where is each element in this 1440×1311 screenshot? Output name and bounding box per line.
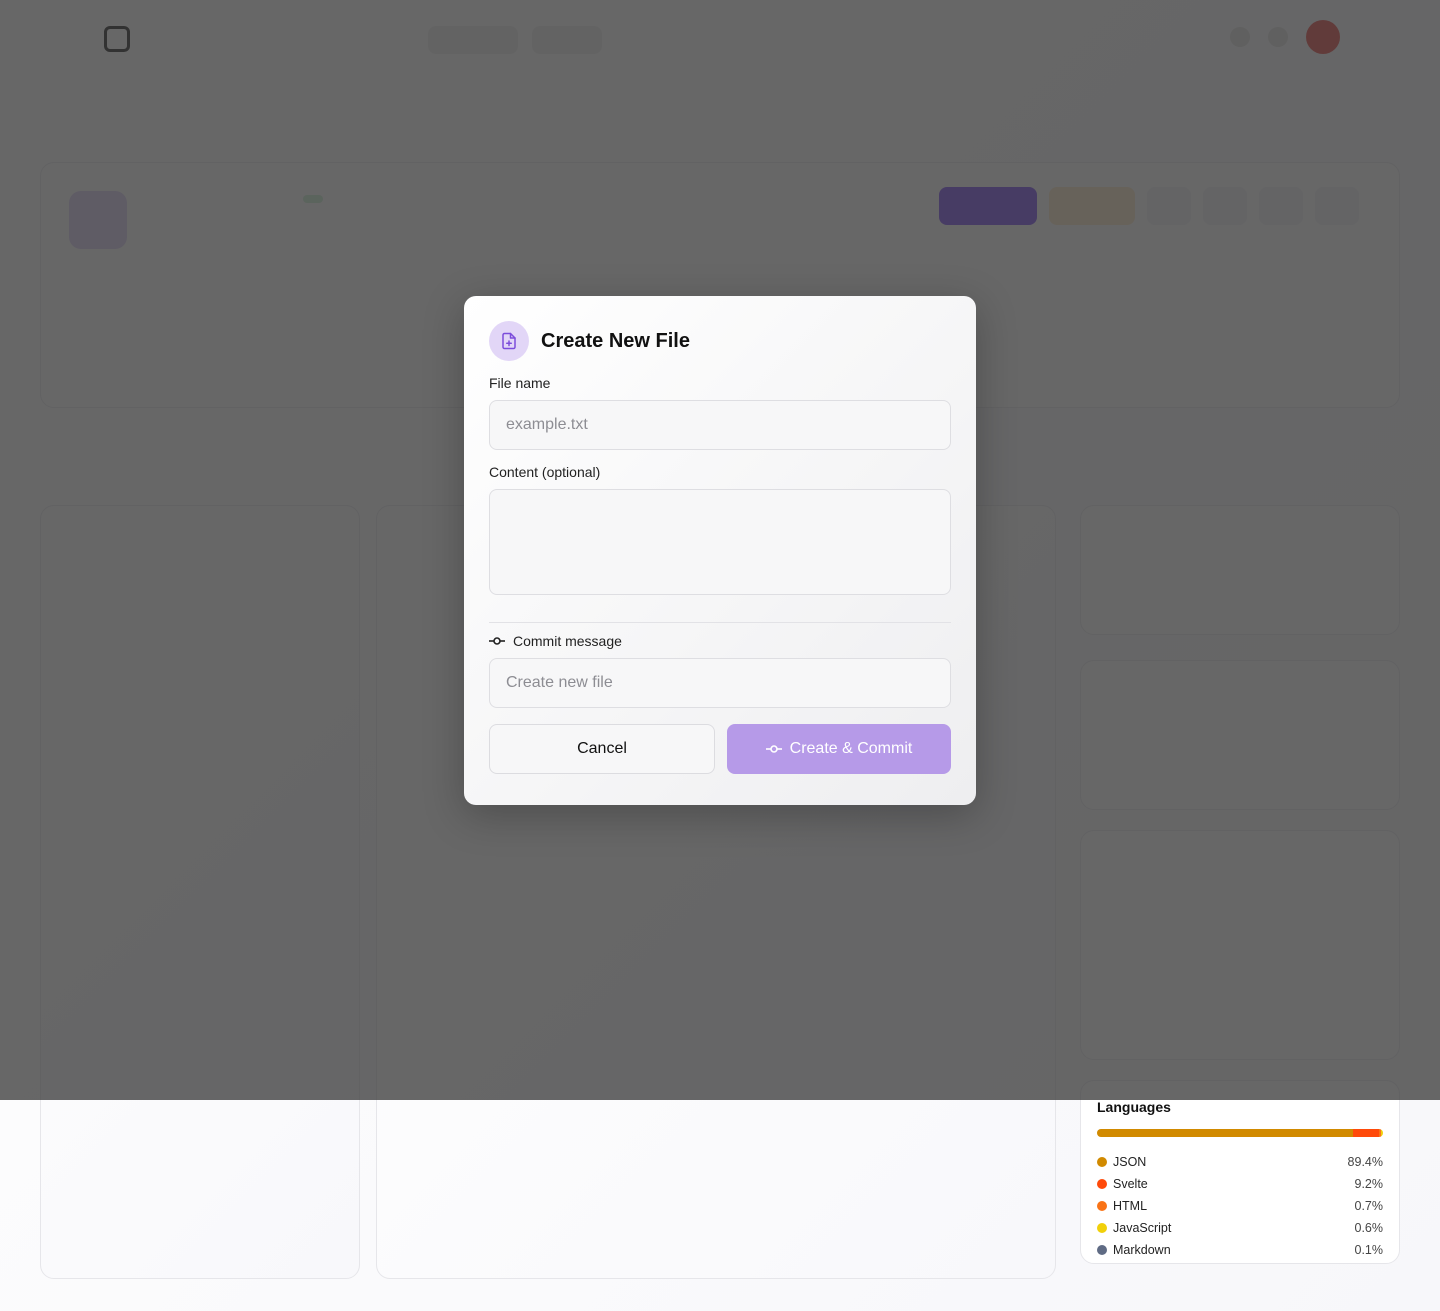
language-name: Svelte [1113, 1177, 1148, 1191]
language-percent: 9.2% [1354, 1177, 1384, 1191]
language-percent: 0.1% [1354, 1243, 1384, 1257]
languages-bar-segment [1352, 1129, 1379, 1137]
languages-bar-segment [1097, 1129, 1353, 1137]
create-file-modal: Create New File File name Content (optio… [464, 296, 976, 805]
language-percent: 0.6% [1354, 1221, 1384, 1235]
language-percent: 0.7% [1354, 1199, 1384, 1213]
commit-message-label-row: Commit message [489, 633, 951, 649]
commit-message-input[interactable] [489, 658, 951, 708]
create-commit-label: Create & Commit [789, 740, 913, 757]
create-commit-button[interactable]: Create & Commit [727, 724, 951, 774]
language-color-dot [1097, 1245, 1107, 1255]
file-name-input[interactable] [489, 400, 951, 450]
commit-icon [489, 637, 505, 645]
language-color-dot [1097, 1223, 1107, 1233]
language-name: Markdown [1113, 1243, 1171, 1257]
language-item: JSON 89.4% [1097, 1151, 1383, 1173]
language-name: JSON [1113, 1155, 1147, 1169]
divider [489, 622, 951, 623]
modal-actions: Cancel Create & Commit [489, 724, 951, 774]
language-color-dot [1097, 1179, 1107, 1189]
language-item: Svelte 9.2% [1097, 1173, 1383, 1195]
modal-title: Create New File [541, 329, 690, 352]
commit-message-label: Commit message [513, 633, 622, 649]
modal-header: Create New File [489, 321, 951, 361]
language-percent: 89.4% [1347, 1155, 1383, 1169]
content-textarea[interactable] [489, 489, 951, 595]
cancel-button[interactable]: Cancel [489, 724, 715, 774]
languages-title: Languages [1097, 1099, 1171, 1115]
languages-bar [1097, 1129, 1383, 1137]
language-color-dot [1097, 1157, 1107, 1167]
language-name: JavaScript [1113, 1221, 1172, 1235]
language-item: HTML 0.7% [1097, 1195, 1383, 1217]
language-name: HTML [1113, 1199, 1148, 1213]
file-plus-icon [489, 321, 529, 361]
languages-list: JSON 89.4% Svelte 9.2% HTML 0.7% JavaScript 0.6… [1097, 1151, 1383, 1261]
language-item: Markdown 0.1% [1097, 1239, 1383, 1261]
content-label: Content (optional) [489, 464, 601, 480]
language-color-dot [1097, 1201, 1107, 1211]
file-name-label: File name [489, 375, 551, 391]
commit-icon [765, 745, 782, 753]
languages-card: Languages JSON 89.4% Svelte 9.2% HTML 0.7% Jav… [1080, 1080, 1400, 1264]
language-item: JavaScript 0.6% [1097, 1217, 1383, 1239]
